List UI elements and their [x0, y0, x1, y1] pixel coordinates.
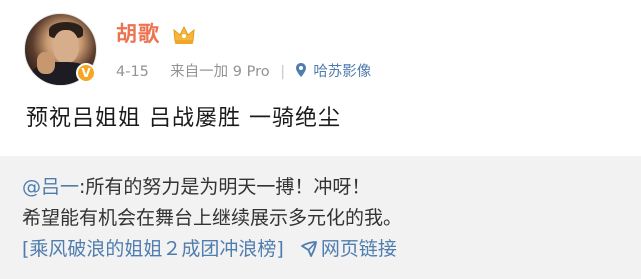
crown-icon [173, 25, 195, 44]
repost-box[interactable]: @吕一:所有的努力是为明天一搏！冲呀！ 希望能有机会在舞台上继续展示多元化的我。… [0, 156, 641, 279]
post-source[interactable]: 来自一加 9 Pro [170, 62, 269, 82]
meta-divider: | [280, 64, 286, 80]
location-pin-icon [295, 63, 306, 77]
repost-tag[interactable]: [乘风破浪的姐姐２成团冲浪榜] [22, 238, 284, 260]
web-link[interactable]: 网页链接 [321, 238, 397, 260]
repost-line-1: @吕一:所有的努力是为明天一搏！冲呀！ [22, 174, 370, 200]
post-location[interactable]: 哈苏影像 [313, 62, 371, 82]
repost-line-3: [乘风破浪的姐姐２成团冲浪榜] 网页链接 [22, 236, 397, 262]
repost-text-1: :所有的努力是为明天一搏！冲呀！ [79, 176, 371, 198]
post-date[interactable]: 4-15 [116, 62, 149, 82]
repost-text-2: 希望能有机会在舞台上继续展示多元化的我。 [22, 207, 403, 229]
link-icon [300, 241, 317, 257]
post-text: 预祝吕姐姐 吕战屡胜 一骑绝尘 [26, 106, 341, 131]
weibo-post-card: V 胡歌 4-15 来自一加 9 Pro | 哈苏影像 预祝吕姐姐 吕战屡胜 一… [0, 0, 641, 279]
verified-v-icon: V [76, 63, 96, 83]
username[interactable]: 胡歌 [116, 21, 160, 47]
repost-mention[interactable]: @吕一 [22, 176, 79, 198]
post-meta: 4-15 来自一加 9 Pro | 哈苏影像 [116, 62, 371, 82]
